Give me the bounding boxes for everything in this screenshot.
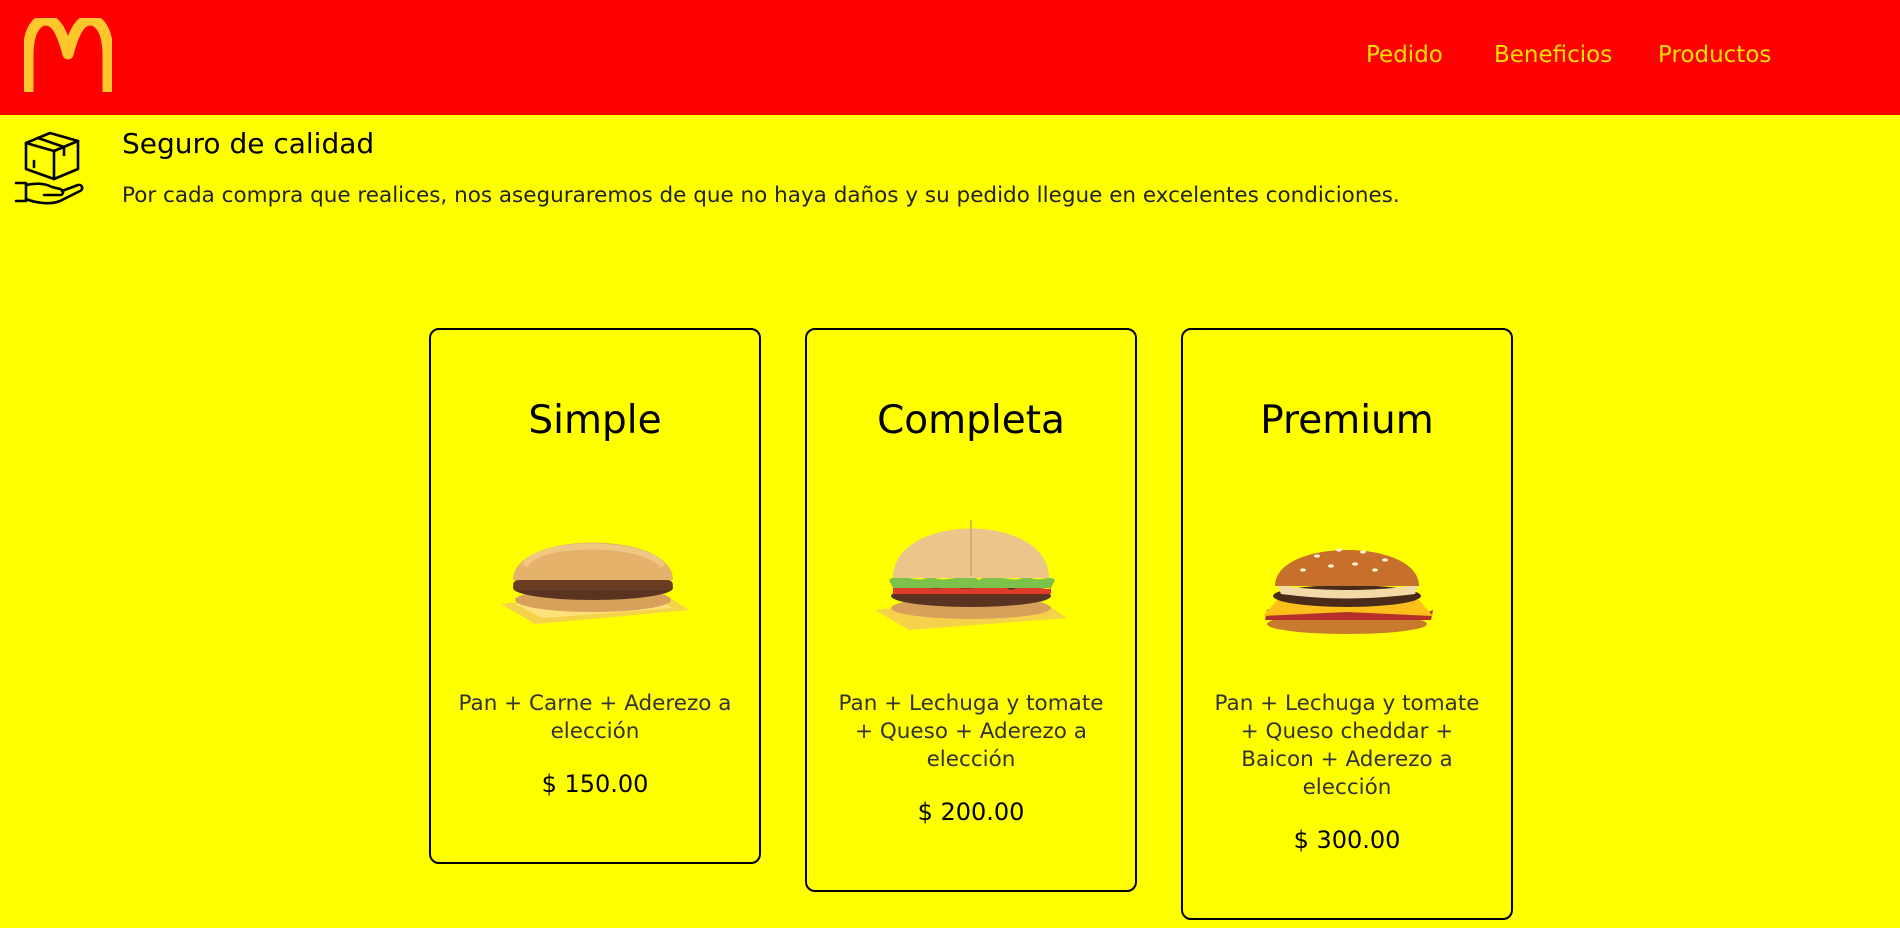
nav-link-beneficios[interactable]: Beneficios [1494,42,1612,68]
product-description: Pan + Carne + Aderezo a elección [458,691,732,744]
quality-description: Por cada compra que realices, nos asegur… [122,183,1400,208]
product-card-completa[interactable]: Completa Pan + Lechuga y tomate + Queso … [805,328,1137,892]
cheddar-bacon-burger-image [1263,548,1433,634]
product-title: Completa [877,398,1065,443]
golden-arches-icon[interactable] [24,18,112,94]
quality-title: Seguro de calidad [122,127,375,160]
site-header: Pedido Beneficios Productos [0,0,1900,115]
product-price: $ 150.00 [541,770,649,798]
product-title: Premium [1260,398,1434,443]
box-in-hand-icon [14,131,84,205]
product-title: Simple [528,398,662,443]
product-price: $ 300.00 [1293,826,1401,854]
nav-link-productos[interactable]: Productos [1658,42,1771,68]
product-price: $ 200.00 [917,798,1025,826]
nav-link-pedido[interactable]: Pedido [1366,42,1443,68]
product-card-simple[interactable]: Simple Pan + Carne + Aderezo a elección … [429,328,761,864]
product-description: Pan + Lechuga y tomate + Queso cheddar +… [1214,691,1480,800]
hamburger-with-lettuce-tomato-image [875,520,1067,630]
product-description: Pan + Lechuga y tomate + Queso + Aderezo… [838,691,1104,772]
quality-section: Seguro de calidad Por cada compra que re… [0,115,1900,235]
plain-hamburger-image [501,542,689,624]
product-card-premium[interactable]: Premium Pan + Lechuga y tomate + Queso c… [1181,328,1513,920]
